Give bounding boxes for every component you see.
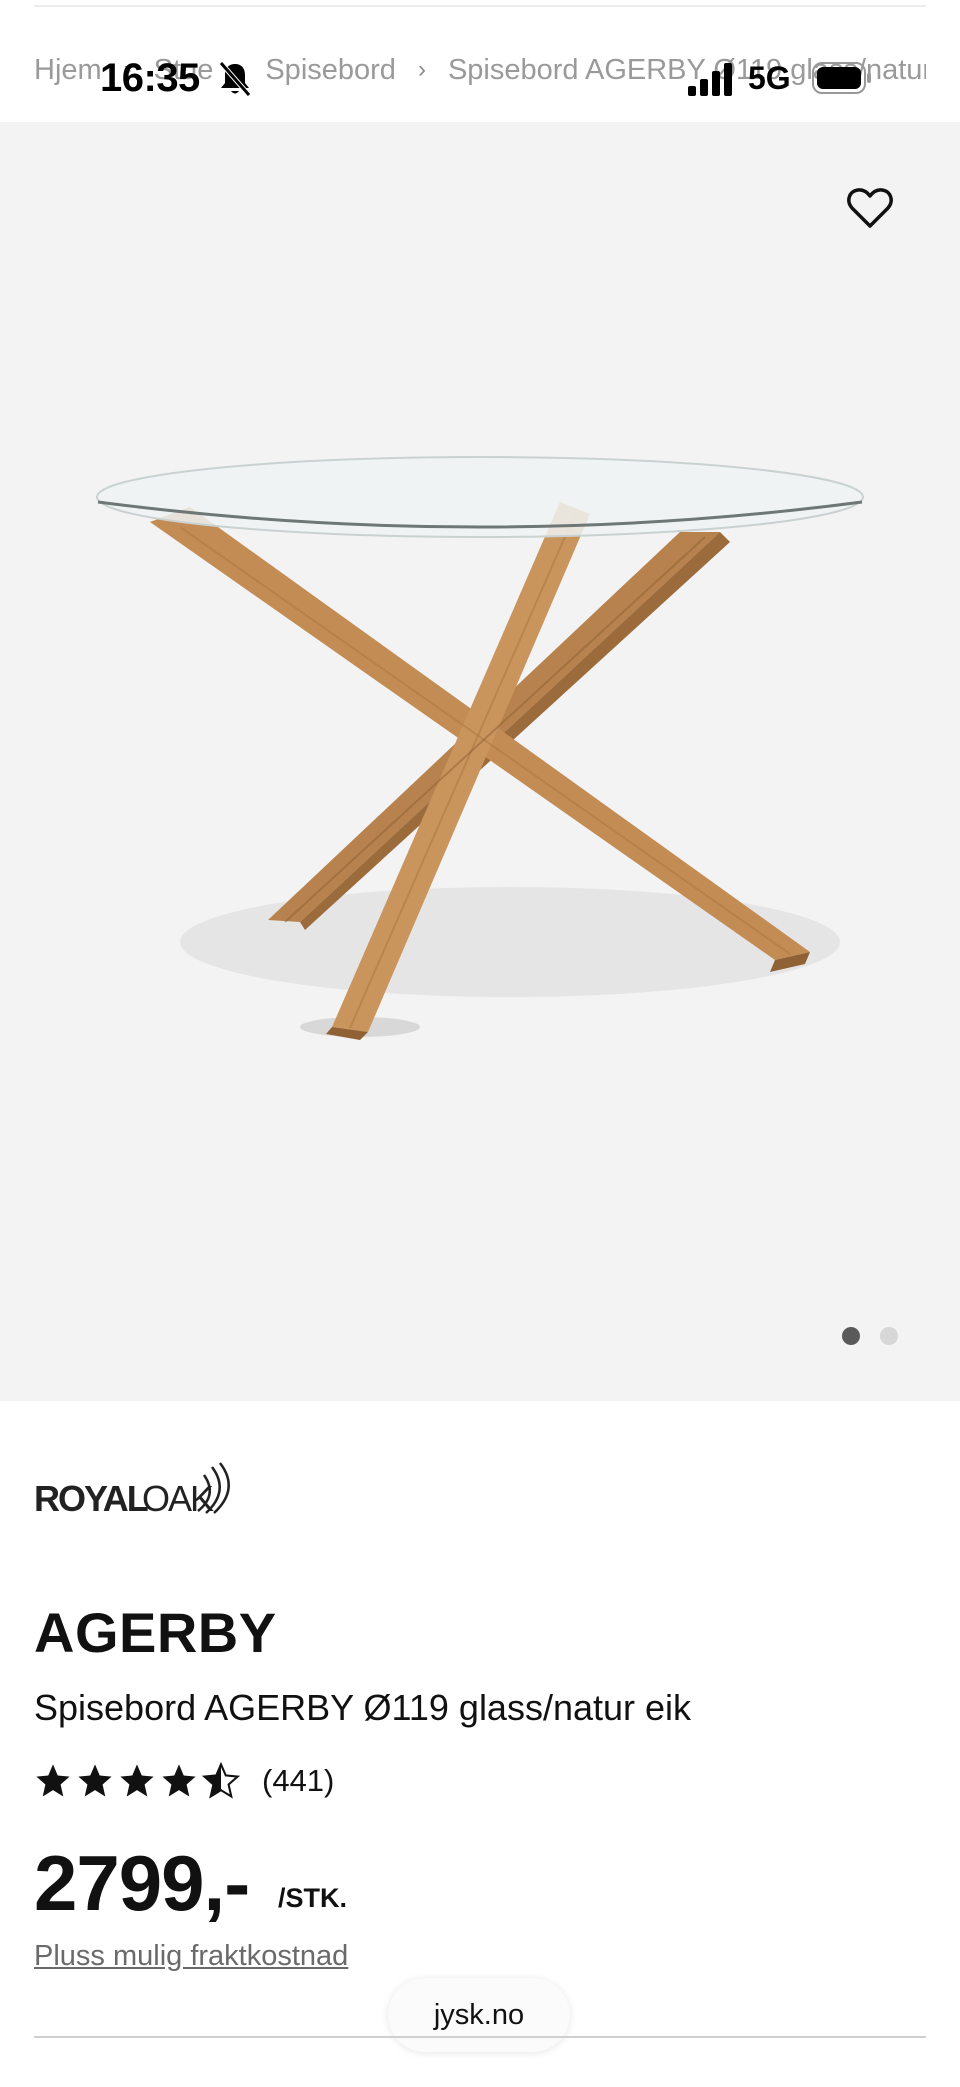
chevron-right-icon: › bbox=[123, 56, 132, 83]
breadcrumb-stue[interactable]: Stue bbox=[154, 54, 214, 87]
star-full-icon bbox=[78, 1764, 112, 1797]
shipping-cost-link[interactable]: Pluss mulig fraktkostnad bbox=[34, 1940, 348, 1973]
svg-text:OAK: OAK bbox=[142, 1478, 214, 1519]
chevron-right-icon: › bbox=[417, 56, 426, 83]
product-gallery[interactable] bbox=[0, 122, 960, 1401]
bottom-divider bbox=[34, 2036, 926, 2038]
top-divider bbox=[34, 5, 926, 7]
breadcrumb-home[interactable]: Hjem bbox=[34, 54, 102, 87]
star-full-icon bbox=[120, 1764, 154, 1797]
rating-count[interactable]: (441) bbox=[262, 1763, 334, 1799]
breadcrumb: Hjem › Stue › Spisebord › Spisebord AGER… bbox=[34, 50, 926, 90]
browser-url-pill[interactable]: jysk.no bbox=[388, 1978, 570, 2052]
star-full-icon bbox=[162, 1764, 196, 1797]
star-half-icon bbox=[202, 1762, 240, 1799]
product-name: AGERBY bbox=[34, 1601, 277, 1664]
brand-logo: ROYAL OAK bbox=[34, 1462, 230, 1519]
favorite-heart-icon[interactable] bbox=[846, 186, 894, 230]
price-unit: /STK. bbox=[278, 1883, 348, 1913]
product-image bbox=[96, 456, 864, 1040]
star-full-icon bbox=[36, 1764, 70, 1797]
product-description: Spisebord AGERBY Ø119 glass/natur eik bbox=[34, 1687, 692, 1728]
gallery-dot-1[interactable] bbox=[842, 1327, 860, 1345]
svg-text:ROYAL: ROYAL bbox=[34, 1478, 148, 1519]
rating-stars bbox=[34, 1762, 240, 1800]
chevron-right-icon: › bbox=[235, 56, 244, 83]
gallery-pagination bbox=[842, 1327, 898, 1345]
product-rating[interactable]: (441) bbox=[34, 1762, 334, 1800]
gallery-dot-2[interactable] bbox=[880, 1327, 898, 1345]
breadcrumb-current: Spisebord AGERBY Ø119 glass/natur eik bbox=[447, 53, 926, 86]
product-price: 2799,- bbox=[34, 1839, 250, 1927]
breadcrumb-spisebord[interactable]: Spisebord bbox=[265, 54, 396, 87]
